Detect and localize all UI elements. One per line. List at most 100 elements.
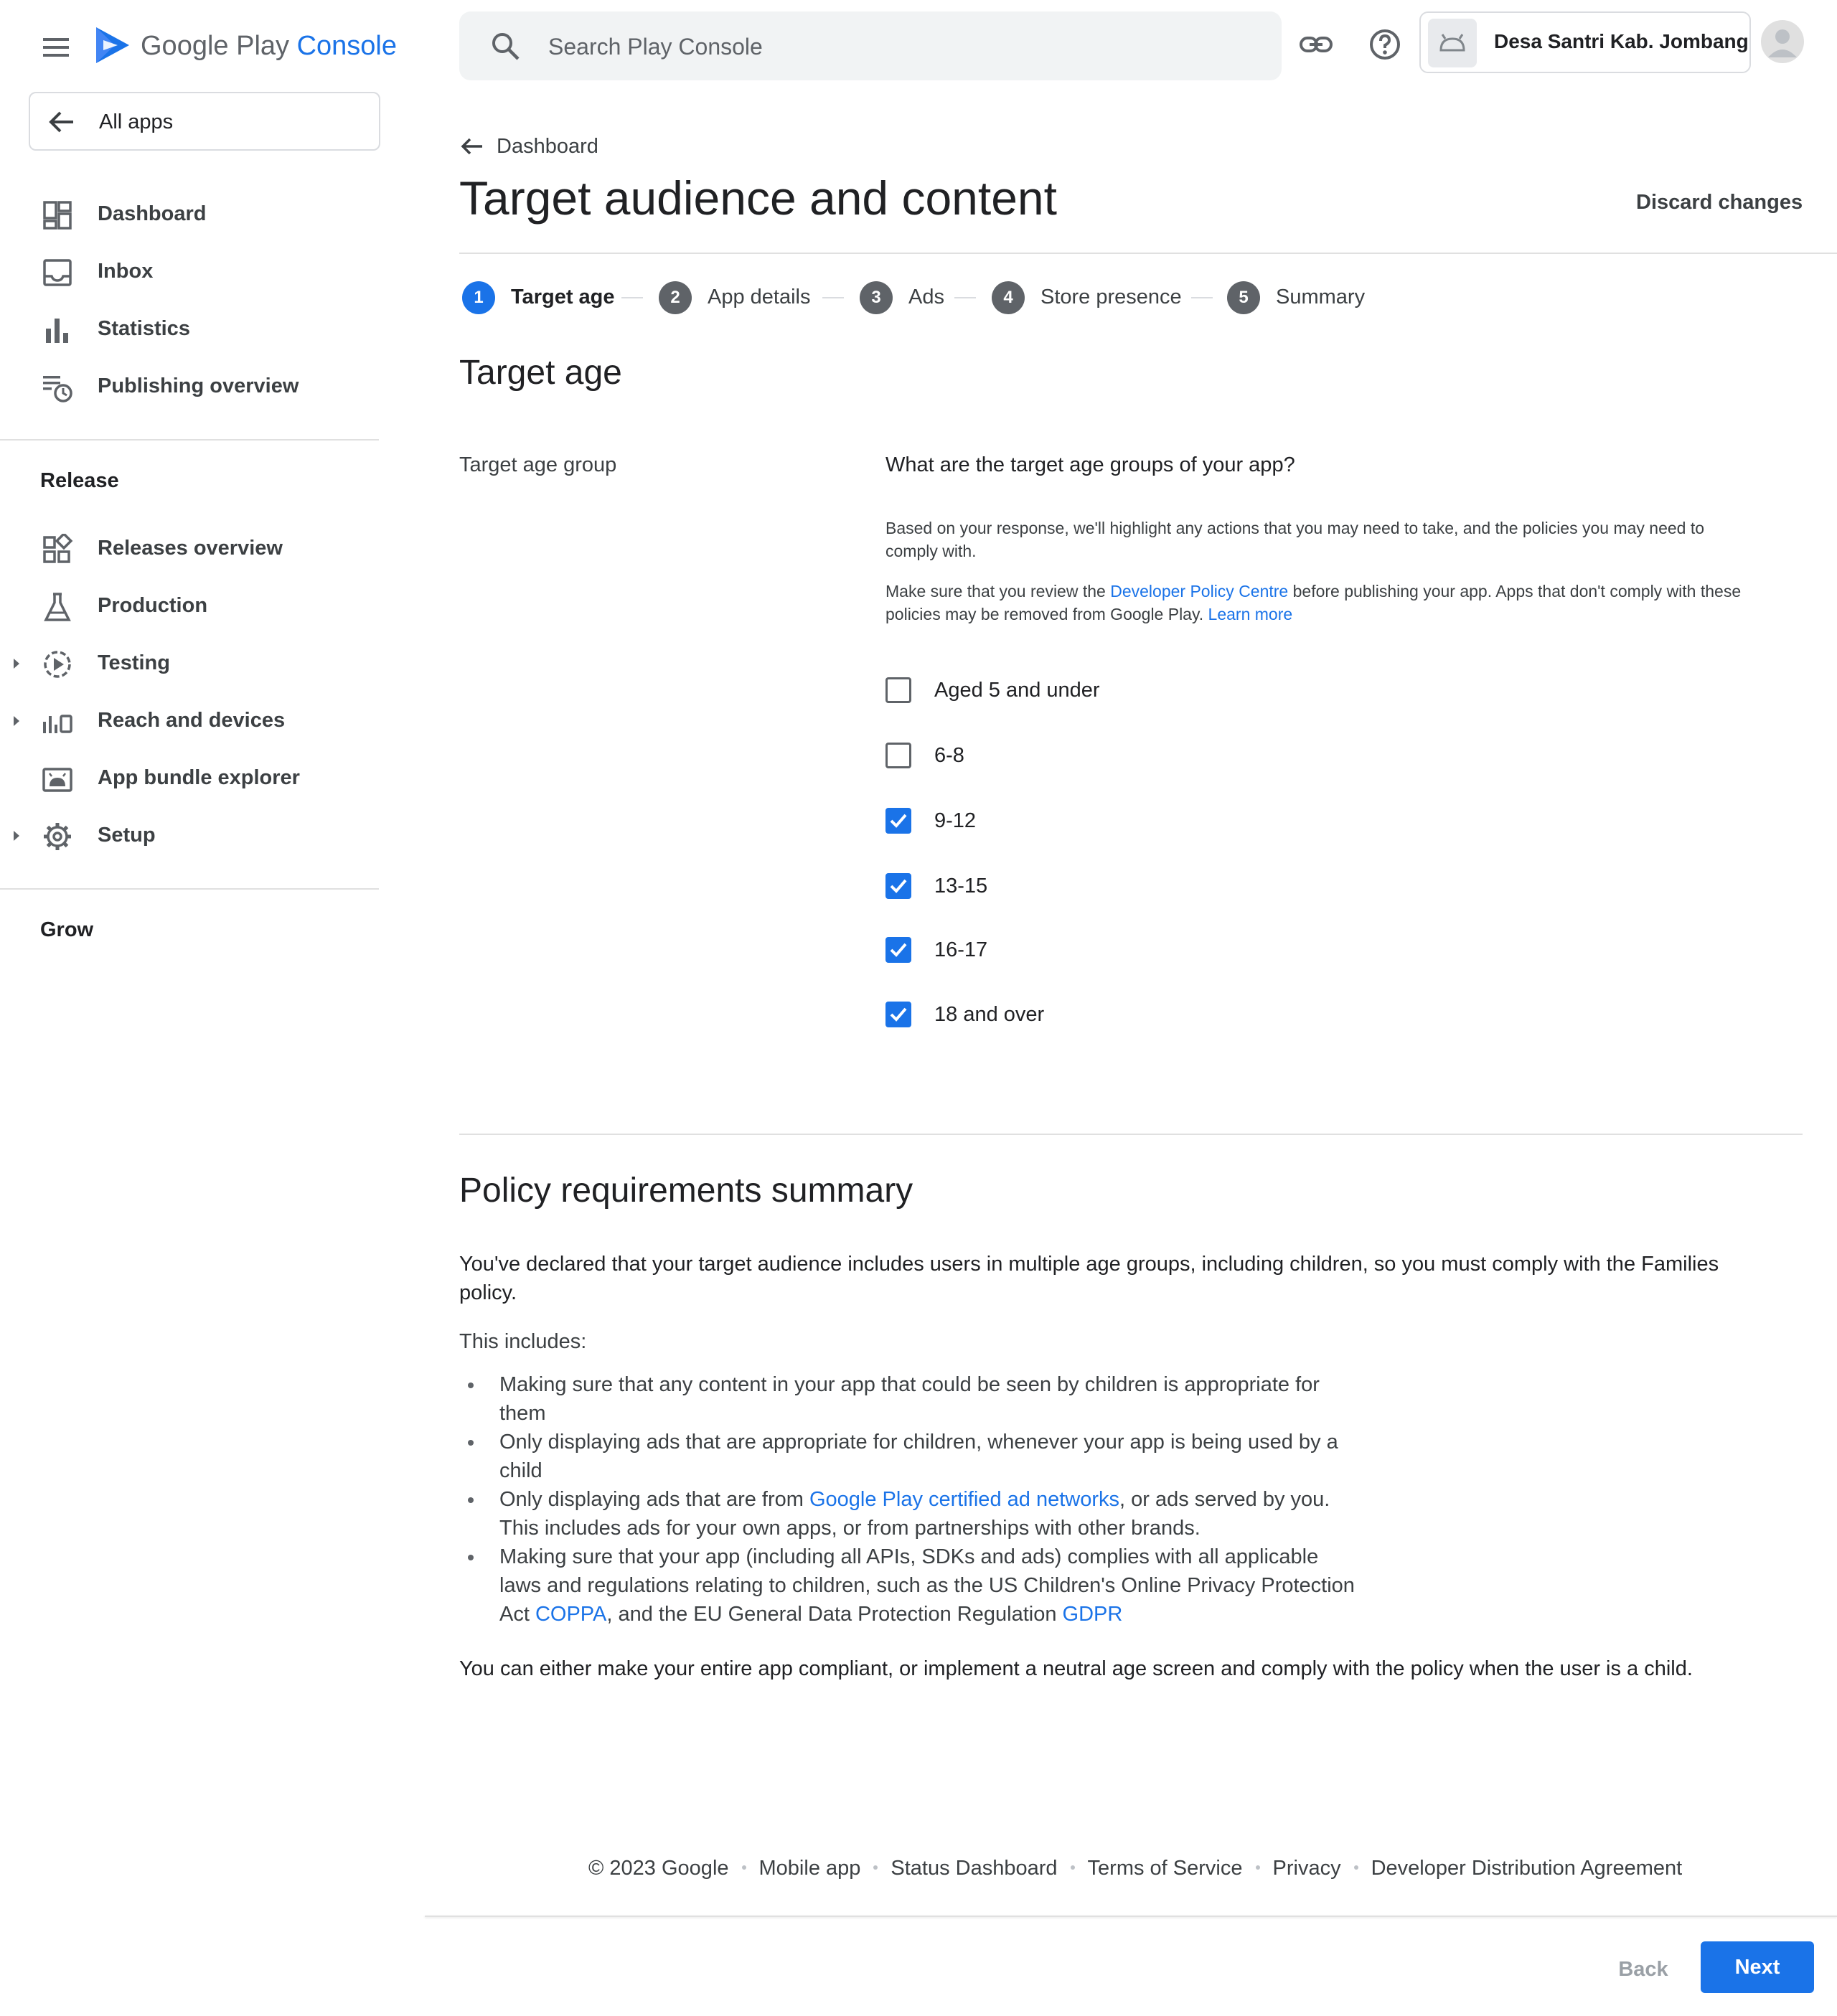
arrow-back-icon [49, 111, 73, 133]
header-divider [459, 253, 1837, 254]
account-switcher[interactable]: Desa Santri Kab. Jombang [1419, 11, 1751, 73]
nav-item-reach-and-devices[interactable]: Reach and devices [0, 692, 380, 749]
nav-item-setup[interactable]: Setup [0, 806, 380, 864]
releases-grid-icon [43, 534, 73, 563]
help-circle-icon [1370, 29, 1400, 60]
gdpr-link[interactable]: GDPR [1063, 1603, 1123, 1626]
nav-item-inbox[interactable]: Inbox [0, 242, 380, 300]
nav-item-publishing-overview[interactable]: Publishing overview [0, 357, 380, 415]
age-option-label: 13-15 [934, 875, 988, 898]
back-button[interactable]: Back [1602, 1947, 1685, 1992]
testing-play-icon [44, 651, 71, 678]
age-option-18-and-over[interactable]: 18 and over [885, 996, 1086, 1035]
person-icon [1768, 29, 1797, 57]
all-apps-button[interactable]: All apps [29, 92, 380, 151]
page-footer: © 2023 Google Mobile app Status Dashboard T… [588, 1854, 1682, 1883]
play-console-logo-icon[interactable] [93, 24, 132, 66]
checkbox-checked[interactable] [885, 1002, 911, 1027]
checkbox-checked[interactable] [885, 937, 911, 963]
publishing-schedule-icon [43, 376, 72, 402]
checkmark-icon [890, 943, 907, 957]
list-item-text: Only displaying ads that are from [499, 1488, 809, 1511]
nav-item-production[interactable]: Production [0, 577, 380, 634]
footer-link-mobile-app[interactable]: Mobile app [759, 1857, 861, 1880]
step-store-presence[interactable]: 4 Store presence [992, 280, 1200, 316]
nav-item-label: Inbox [98, 260, 154, 283]
breadcrumb-label: Dashboard [497, 135, 598, 158]
list-item: Making sure that any content in your app… [459, 1370, 1363, 1428]
checkbox-unchecked[interactable] [885, 677, 911, 703]
nav-item-label: Releases overview [98, 537, 283, 560]
age-option-9-12[interactable]: 9-12 [885, 802, 1029, 841]
checkbox-checked[interactable] [885, 808, 911, 834]
breadcrumb-dashboard[interactable]: Dashboard [459, 131, 646, 162]
certified-ad-networks-link[interactable]: Google Play certified ad networks [809, 1488, 1119, 1511]
step-target-age[interactable]: 1 Target age [462, 280, 620, 316]
step-number: 4 [992, 281, 1025, 314]
expand-caret-icon[interactable] [10, 828, 23, 844]
step-connector [954, 297, 976, 298]
age-option-16-17[interactable]: 16-17 [885, 931, 1029, 970]
footer-link-terms[interactable]: Terms of Service [1088, 1857, 1243, 1880]
main-menu-button[interactable] [42, 33, 73, 62]
step-label: Store presence [1040, 286, 1182, 308]
user-avatar[interactable] [1761, 20, 1804, 63]
hamburger-menu-icon [43, 38, 69, 57]
step-app-details[interactable]: 2 App details [659, 280, 831, 316]
nav-item-dashboard[interactable]: Dashboard [0, 185, 380, 242]
nav-item-testing[interactable]: Testing [0, 634, 380, 692]
expand-caret-icon[interactable] [10, 656, 23, 672]
brand-google-play: Google Play [141, 31, 290, 61]
nav-item-app-bundle-explorer[interactable]: App bundle explorer [0, 749, 380, 806]
nav-section-release: Release [40, 469, 119, 492]
action-bar-divider [425, 1916, 1837, 1917]
step-label: Ads [908, 286, 944, 308]
coppa-link[interactable]: COPPA [535, 1603, 606, 1626]
notice-text: Make sure that you review the [885, 582, 1111, 600]
step-connector [621, 297, 643, 298]
age-option-13-15[interactable]: 13-15 [885, 867, 1029, 906]
nav-item-label: Statistics [98, 317, 190, 340]
arrow-back-icon [461, 138, 482, 155]
list-item: Making sure that your app (including all… [459, 1542, 1363, 1629]
footer-separator [1353, 1865, 1358, 1870]
nav-section-grow[interactable]: Grow [40, 917, 93, 943]
bar-chart-icon [46, 319, 68, 343]
search-bar[interactable] [459, 11, 1282, 80]
policy-review-notice: Make sure that you review the Developer … [885, 580, 1747, 626]
inbox-icon [43, 259, 72, 286]
policy-includes-label: This includes: [459, 1330, 587, 1353]
footer-link-privacy[interactable]: Privacy [1273, 1857, 1341, 1880]
checkmark-icon [890, 814, 907, 828]
policy-intro-text: You've declared that your target audienc… [459, 1253, 1719, 1304]
checkmark-icon [890, 1007, 907, 1022]
expand-caret-icon[interactable] [10, 713, 23, 729]
age-option-6-8[interactable]: 6-8 [885, 737, 1029, 776]
help-button[interactable] [1366, 26, 1404, 63]
learn-more-link[interactable]: Learn more [1208, 605, 1293, 623]
copy-link-button[interactable] [1297, 26, 1335, 63]
checkbox-checked[interactable] [885, 873, 911, 899]
search-input[interactable] [547, 27, 1253, 66]
step-label: Summary [1276, 286, 1366, 308]
footer-link-status-dashboard[interactable]: Status Dashboard [891, 1857, 1057, 1880]
nav-item-releases-overview[interactable]: Releases overview [0, 519, 380, 577]
step-ads[interactable]: 3 Ads [860, 280, 960, 316]
discard-changes-button[interactable]: Discard changes [1636, 189, 1803, 215]
nav-item-label: Setup [98, 824, 156, 847]
footer-separator [1070, 1865, 1075, 1870]
target-age-heading: Target age [459, 354, 622, 392]
footer-separator [873, 1865, 878, 1870]
age-option-aged-5-and-under[interactable]: Aged 5 and under [885, 672, 1187, 710]
nav-item-statistics[interactable]: Statistics [0, 300, 380, 357]
policy-closing-text: You can either make your entire app comp… [459, 1657, 1693, 1680]
footer-link-dda[interactable]: Developer Distribution Agreement [1371, 1857, 1683, 1880]
all-apps-label: All apps [99, 110, 174, 133]
step-summary[interactable]: 5 Summary [1227, 280, 1385, 316]
search-icon [492, 33, 520, 60]
checkbox-unchecked[interactable] [885, 743, 911, 768]
brand-wordmark[interactable]: Google Play Console [141, 29, 397, 63]
target-age-help-text: Based on your response, we'll highlight … [885, 519, 1705, 560]
next-button[interactable]: Next [1701, 1941, 1814, 1993]
developer-policy-centre-link[interactable]: Developer Policy Centre [1110, 582, 1288, 600]
